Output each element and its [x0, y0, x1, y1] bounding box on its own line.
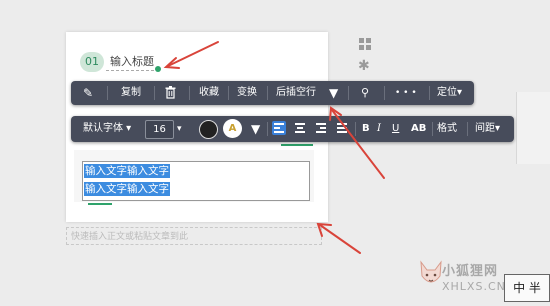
watermark-url: XHLXS.CN	[442, 280, 506, 293]
fox-logo-icon	[420, 260, 442, 283]
watermark-brand: 小狐狸网	[442, 264, 499, 279]
ime-status-badge[interactable]: 中 半	[504, 274, 550, 302]
